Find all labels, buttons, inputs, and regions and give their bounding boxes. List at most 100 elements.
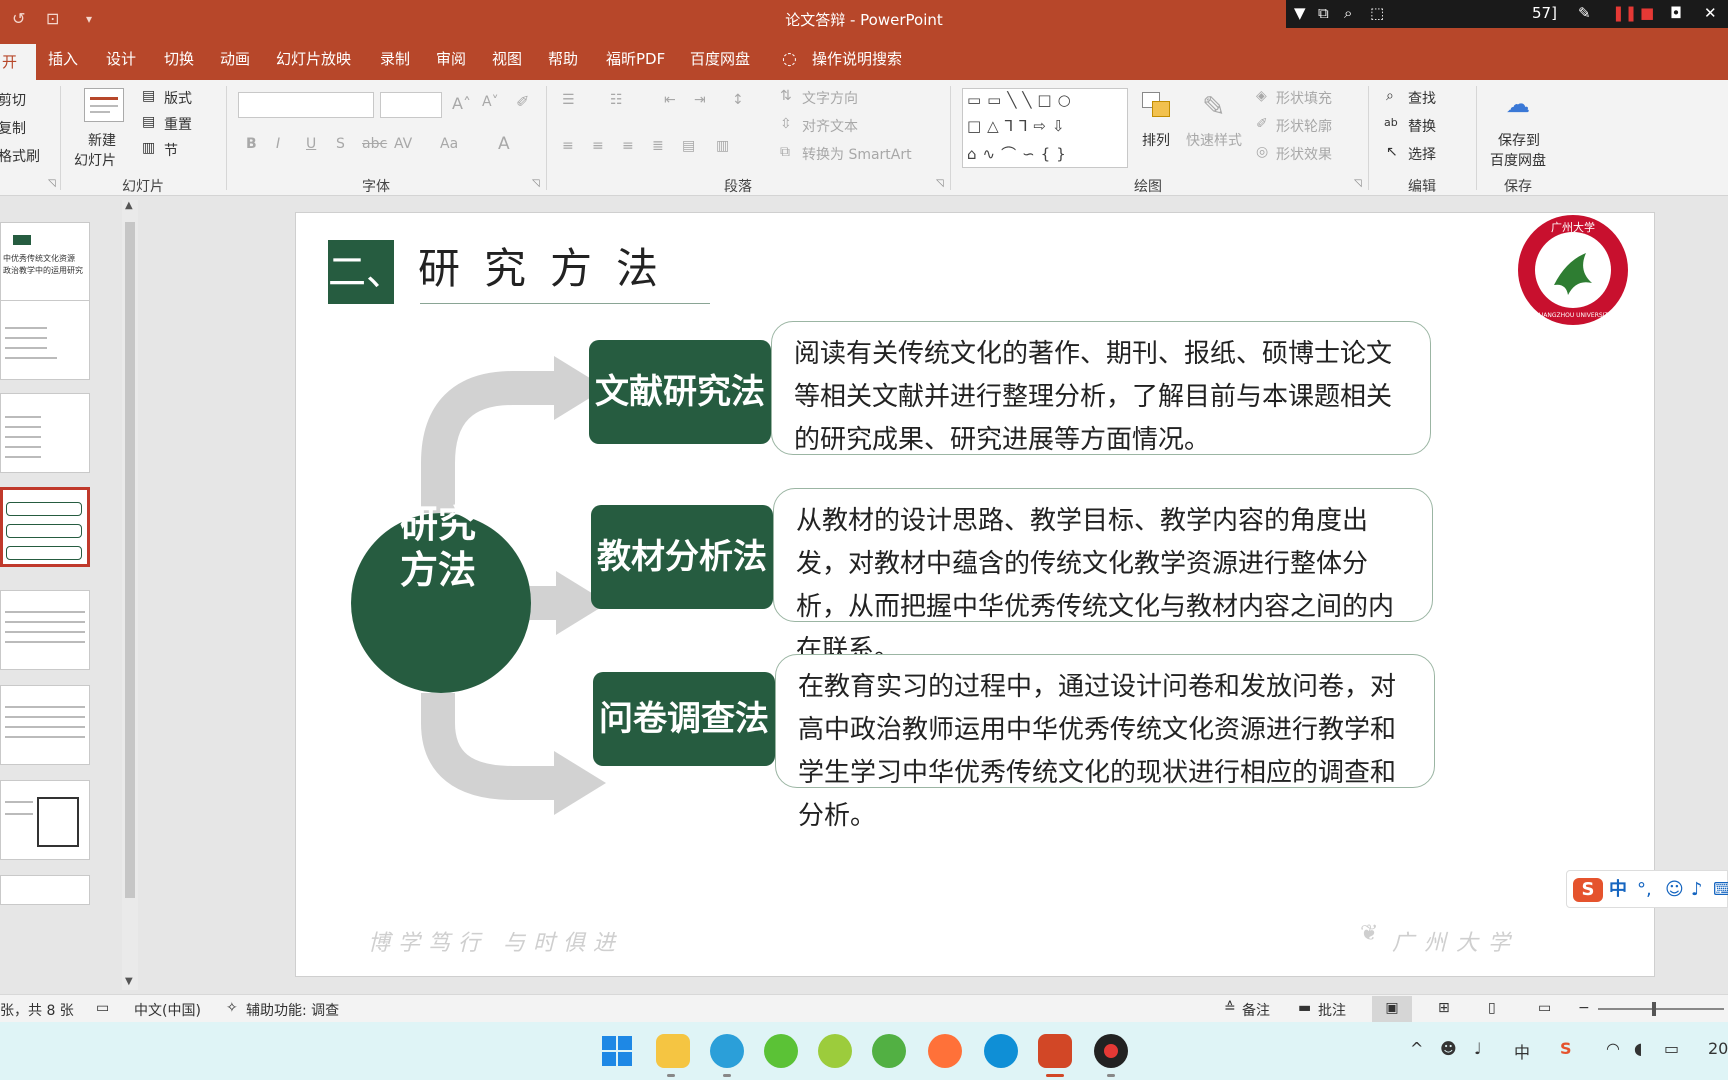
- normal-view-icon[interactable]: ▣: [1372, 996, 1412, 1022]
- cut-button[interactable]: 剪切: [0, 90, 26, 110]
- increase-font-icon[interactable]: A˄: [452, 94, 471, 113]
- tab-review[interactable]: 审阅: [426, 46, 476, 72]
- punctuation-icon[interactable]: °,: [1637, 878, 1652, 902]
- text-direction-button[interactable]: 文字方向: [802, 88, 858, 108]
- numbering-icon[interactable]: ☷: [610, 92, 623, 108]
- shape-fill-button[interactable]: 形状填充: [1276, 88, 1332, 108]
- strikethrough-icon[interactable]: abc: [362, 136, 387, 152]
- edge-icon[interactable]: [984, 1034, 1018, 1068]
- ime-mode[interactable]: 中: [1609, 878, 1627, 902]
- tab-transitions[interactable]: 切换: [154, 46, 204, 72]
- tab-help[interactable]: 帮助: [538, 46, 588, 72]
- ie-browser-icon[interactable]: [710, 1034, 744, 1068]
- tab-foxit-pdf[interactable]: 福昕PDF: [596, 46, 675, 72]
- close-icon[interactable]: ✕: [1704, 3, 1717, 23]
- slide-thumbnail-1[interactable]: 中优秀传统文化资源 政治教学中的运用研究: [0, 222, 90, 302]
- shape-effects-button[interactable]: 形状效果: [1276, 144, 1332, 164]
- camera-icon[interactable]: ◘: [1670, 3, 1682, 23]
- section-button[interactable]: 节: [164, 140, 178, 160]
- format-painter-button[interactable]: 格式刷: [0, 146, 40, 166]
- slide-thumbnail-4-selected[interactable]: [0, 487, 90, 567]
- thumbnail-scrollbar[interactable]: ▲ ▼: [122, 200, 138, 990]
- shapes-gallery[interactable]: ▭▭╲╲□○ □△⅂⅂⇨⇩ ⌂∿⌒∽{}: [962, 88, 1128, 168]
- battery-icon[interactable]: ▭: [1664, 1039, 1679, 1058]
- zoom-out-icon[interactable]: −: [1578, 1000, 1590, 1016]
- powerpoint-icon[interactable]: [1038, 1034, 1072, 1068]
- shapes-row-1[interactable]: ▭▭╲╲□○: [967, 91, 1077, 109]
- slide-thumbnail-2[interactable]: [0, 300, 90, 380]
- tab-baidu-netdisk[interactable]: 百度网盘: [680, 46, 760, 72]
- shapes-row-3[interactable]: ⌂∿⌒∽{}: [967, 143, 1072, 164]
- recorder-window-icon[interactable]: ⧉: [1318, 3, 1329, 23]
- font-size-combo[interactable]: [380, 92, 442, 118]
- wechat-icon[interactable]: [764, 1034, 798, 1068]
- microphone-icon[interactable]: ♩: [1474, 1039, 1482, 1058]
- tab-record[interactable]: 录制: [370, 46, 420, 72]
- tab-animations[interactable]: 动画: [210, 46, 260, 72]
- shape-outline-button[interactable]: 形状轮廓: [1276, 116, 1332, 136]
- tray-chevron-icon[interactable]: ^: [1410, 1039, 1423, 1058]
- increase-indent-icon[interactable]: ⇥: [694, 92, 706, 108]
- stop-icon[interactable]: ■: [1640, 3, 1654, 23]
- clear-format-icon[interactable]: ✐: [516, 92, 529, 111]
- recorder-zoom-icon[interactable]: ⌕: [1344, 3, 1352, 23]
- browser-e-icon[interactable]: [872, 1034, 906, 1068]
- reset-button[interactable]: 重置: [164, 114, 192, 134]
- clock[interactable]: 20: [1708, 1039, 1728, 1058]
- shapes-row-2[interactable]: □△⅂⅂⇨⇩: [967, 117, 1071, 135]
- tab-insert[interactable]: 插入: [38, 46, 88, 72]
- align-text-button[interactable]: 对齐文本: [802, 116, 858, 136]
- language-indicator[interactable]: 中文(中国): [134, 1000, 201, 1020]
- tab-home[interactable]: 开始: [0, 44, 36, 107]
- tell-me-search[interactable]: 操作说明搜索: [812, 46, 902, 72]
- scroll-down-icon[interactable]: ▼: [125, 976, 133, 987]
- music-app-icon[interactable]: [818, 1034, 852, 1068]
- zoom-slider-thumb[interactable]: [1652, 1002, 1656, 1016]
- notes-button[interactable]: 备注: [1242, 1000, 1270, 1020]
- quick-styles-icon[interactable]: ✎: [1202, 90, 1225, 123]
- tab-view[interactable]: 视图: [482, 46, 532, 72]
- sogou-icon[interactable]: S: [1573, 878, 1603, 902]
- tab-slideshow[interactable]: 幻灯片放映: [266, 46, 361, 72]
- tray-sogou-icon[interactable]: S: [1560, 1039, 1572, 1058]
- zoom-slider[interactable]: [1598, 1002, 1724, 1016]
- baidu-netdisk-icon[interactable]: ☁: [1506, 90, 1530, 118]
- slide-thumbnail-3[interactable]: [0, 393, 90, 473]
- tray-language[interactable]: 中: [1514, 1039, 1530, 1063]
- underline-icon[interactable]: U: [306, 136, 316, 152]
- distributed-icon[interactable]: ▤: [682, 138, 695, 154]
- slide-thumbnail-6[interactable]: [0, 685, 90, 765]
- pause-icon[interactable]: ❚❚: [1612, 3, 1637, 23]
- font-family-combo[interactable]: [238, 92, 374, 118]
- scroll-up-icon[interactable]: ▲: [125, 200, 133, 211]
- qq-icon[interactable]: ☻: [1440, 1039, 1457, 1058]
- comments-button[interactable]: 批注: [1318, 1000, 1346, 1020]
- slideshow-view-icon[interactable]: ▭: [1538, 1000, 1551, 1016]
- italic-icon[interactable]: I: [276, 136, 280, 152]
- save-to-label[interactable]: 保存到: [1498, 130, 1540, 150]
- emoji-icon[interactable]: ☺: [1665, 878, 1684, 902]
- method-box-literature[interactable]: 文献研究法: [589, 340, 771, 444]
- bold-icon[interactable]: B: [246, 136, 257, 152]
- align-left-icon[interactable]: ≡: [562, 138, 574, 154]
- wifi-icon[interactable]: ◠: [1606, 1039, 1620, 1058]
- quick-styles-button[interactable]: 快速样式: [1186, 130, 1242, 150]
- method-box-questionnaire[interactable]: 问卷调查法: [593, 672, 775, 766]
- method-desc-textbook[interactable]: 从教材的设计思路、教学目标、教学内容的角度出发，对教材中蕴含的传统文化教学资源进…: [773, 488, 1433, 665]
- font-color-icon[interactable]: A: [498, 134, 510, 154]
- volume-icon[interactable]: ◖: [1634, 1039, 1642, 1058]
- paragraph-launcher-icon[interactable]: ◹: [936, 178, 944, 189]
- reading-view-icon[interactable]: ▯: [1488, 1000, 1496, 1016]
- voice-icon[interactable]: ♪: [1691, 878, 1703, 902]
- columns-icon[interactable]: ▥: [716, 138, 729, 154]
- justify-icon[interactable]: ≣: [652, 138, 664, 154]
- align-center-icon[interactable]: ≡: [592, 138, 604, 154]
- file-explorer-icon[interactable]: [656, 1034, 690, 1068]
- drawing-launcher-icon[interactable]: ◹: [1354, 178, 1362, 189]
- method-desc-questionnaire[interactable]: 在教育实习的过程中，通过设计问卷和发放问卷，对高中政治教师运用中华优秀传统文化资…: [775, 654, 1435, 831]
- align-right-icon[interactable]: ≡: [622, 138, 634, 154]
- method-box-textbook[interactable]: 教材分析法: [591, 505, 773, 609]
- char-spacing-icon[interactable]: AV: [394, 136, 412, 152]
- font-launcher-icon[interactable]: ◹: [532, 178, 540, 189]
- new-slide-icon[interactable]: [84, 88, 124, 122]
